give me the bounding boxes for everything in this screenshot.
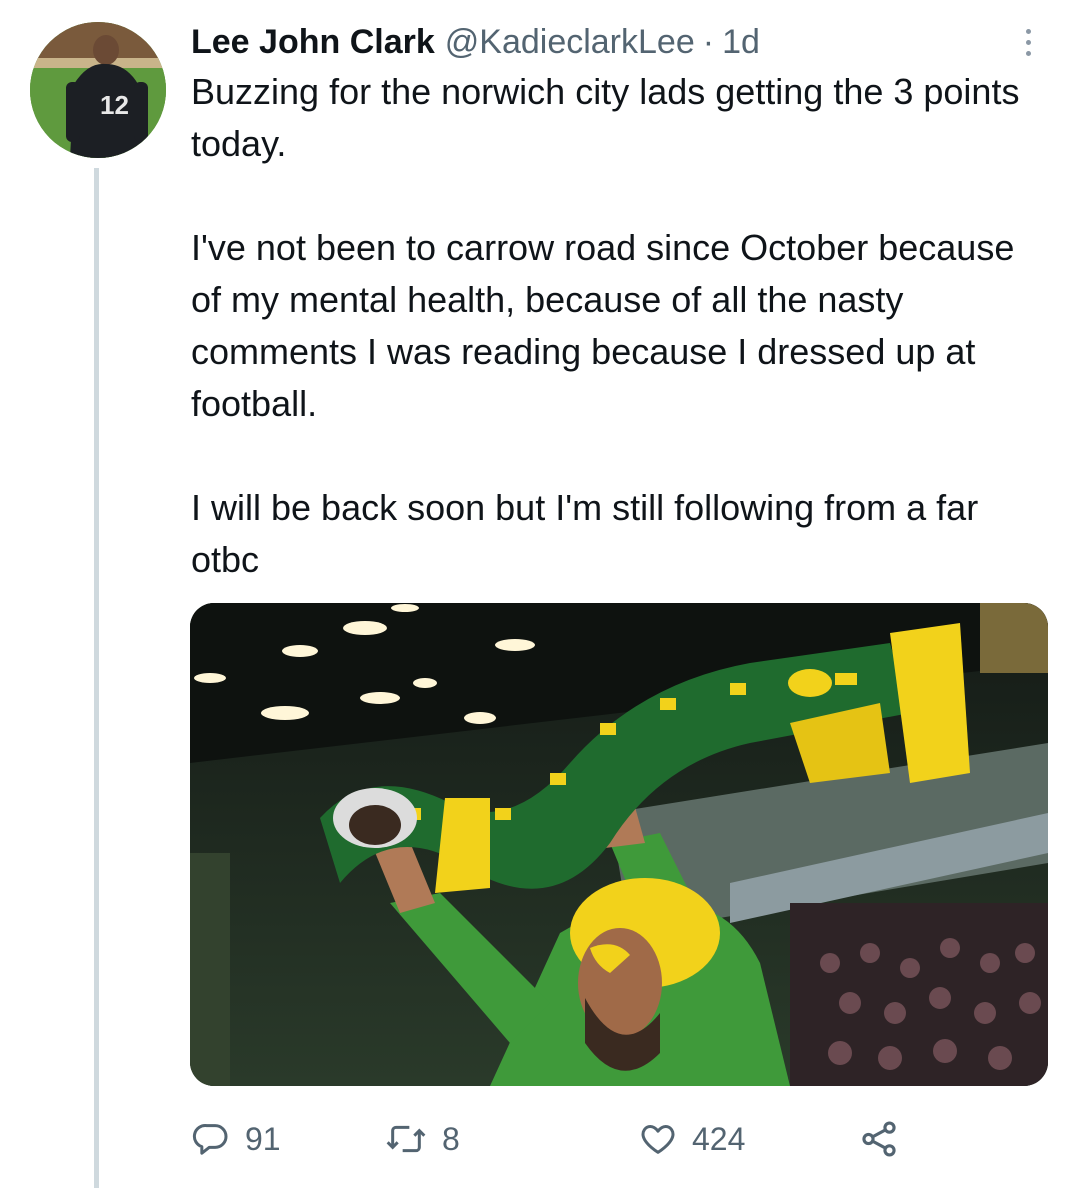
retweet-button[interactable]: 8 bbox=[384, 1112, 460, 1166]
tweet-photo[interactable] bbox=[190, 603, 1048, 1086]
fan-with-scarf-photo bbox=[190, 603, 1048, 1086]
avatar-jersey-number: 12 bbox=[100, 90, 129, 120]
tweet-paragraph: I will be back soon but I'm still follow… bbox=[191, 487, 979, 580]
like-button[interactable]: 424 bbox=[638, 1112, 745, 1166]
tweet-text: Buzzing for the norwich city lads gettin… bbox=[191, 66, 1051, 586]
author-avatar[interactable]: 12 bbox=[30, 22, 166, 158]
reply-count: 91 bbox=[245, 1120, 281, 1157]
share-button[interactable] bbox=[858, 1112, 900, 1166]
more-options-icon[interactable] bbox=[1008, 22, 1048, 62]
header-separator: · bbox=[702, 23, 715, 61]
share-icon bbox=[862, 1121, 896, 1157]
tweet-paragraph: I've not been to carrow road since Octob… bbox=[191, 227, 1015, 424]
avatar-image: 12 bbox=[30, 22, 166, 158]
tweet-header: Lee John Clark @KadieclarkLee · 1d bbox=[191, 18, 760, 66]
author-handle[interactable]: @KadieclarkLee bbox=[445, 18, 695, 66]
retweet-count: 8 bbox=[442, 1120, 460, 1157]
reply-button[interactable]: 91 bbox=[191, 1112, 281, 1166]
heart-icon bbox=[641, 1125, 675, 1154]
tweet-timestamp[interactable]: 1d bbox=[722, 18, 760, 66]
tweet-action-bar: 91 8 424 bbox=[0, 1112, 1080, 1166]
tweet-paragraph: Buzzing for the norwich city lads gettin… bbox=[191, 71, 1020, 164]
like-count: 424 bbox=[692, 1120, 746, 1157]
author-name[interactable]: Lee John Clark bbox=[191, 18, 435, 66]
reply-icon bbox=[192, 1124, 228, 1155]
thread-line bbox=[94, 168, 99, 1188]
retweet-icon bbox=[386, 1125, 426, 1153]
